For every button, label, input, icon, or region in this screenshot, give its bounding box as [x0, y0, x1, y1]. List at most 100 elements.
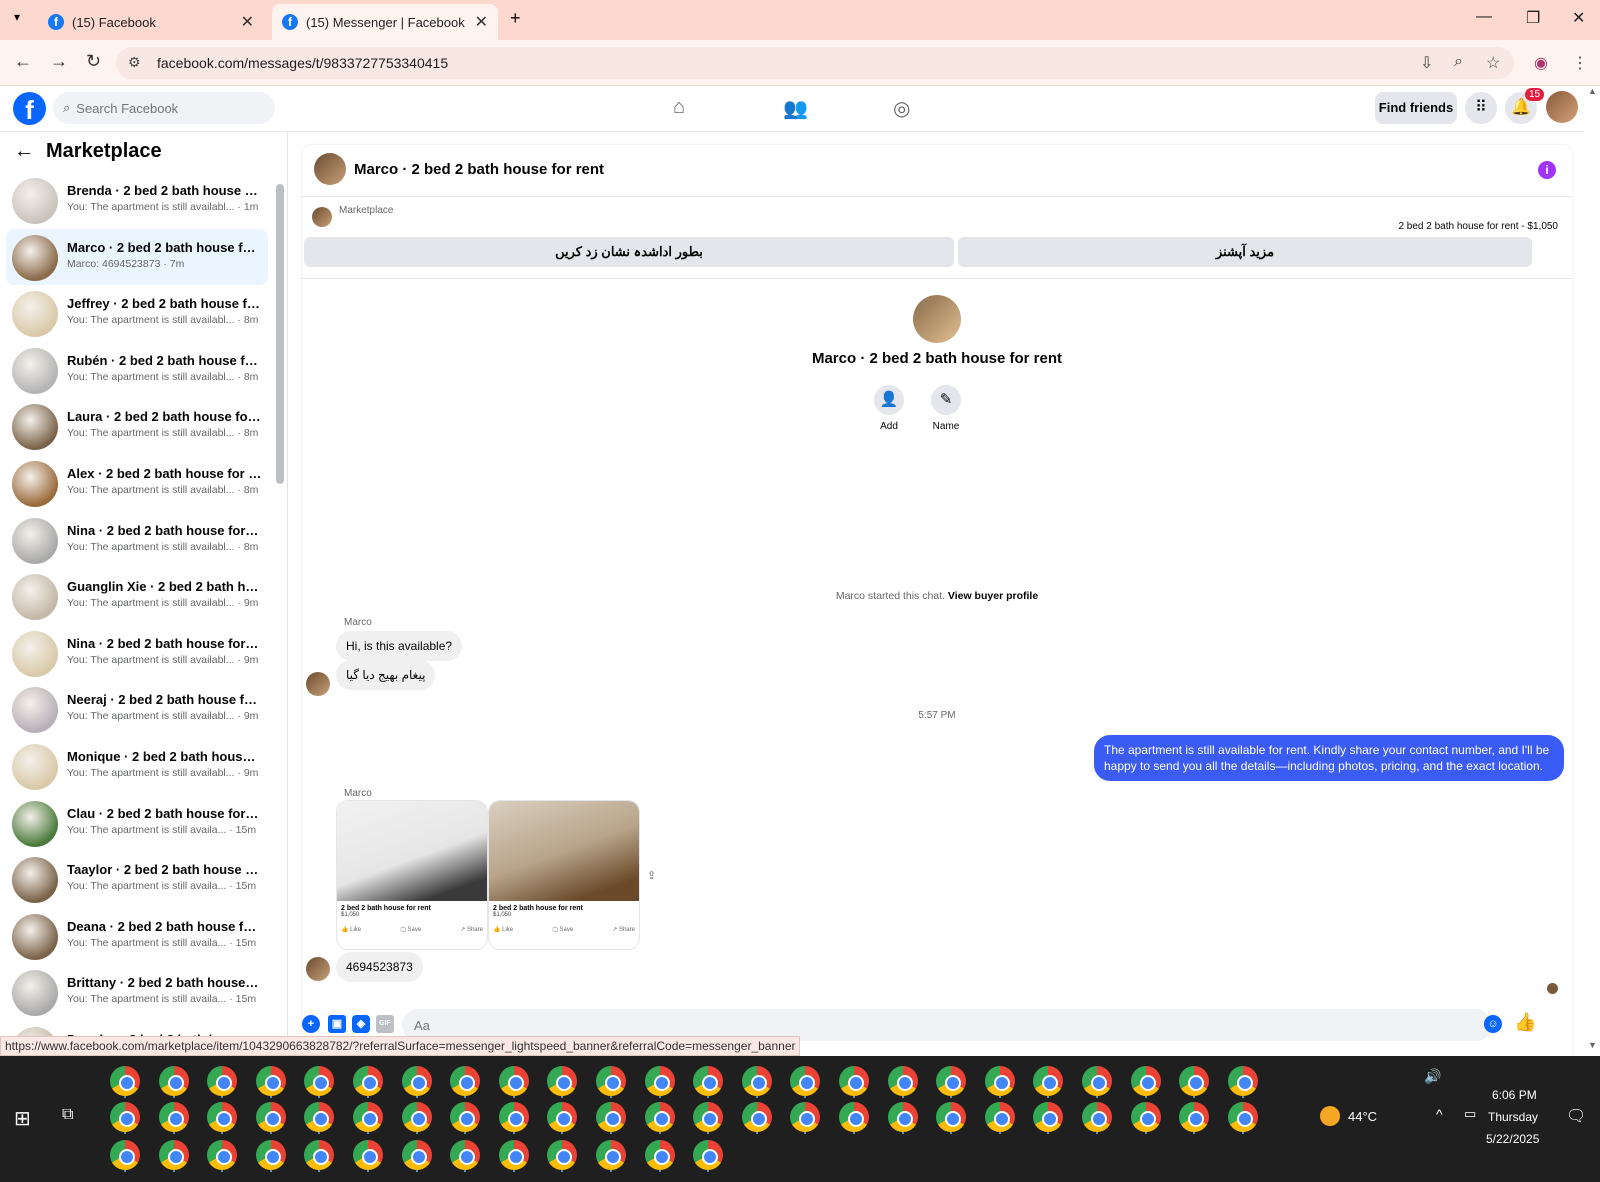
chrome-taskbar-icon[interactable]	[207, 1140, 238, 1170]
tray-chevron-icon[interactable]: ^	[1436, 1106, 1443, 1122]
chrome-taskbar-icon[interactable]	[401, 1102, 432, 1132]
chrome-taskbar-icon[interactable]	[401, 1140, 432, 1170]
chrome-taskbar-icon[interactable]	[839, 1066, 869, 1096]
conversation-item[interactable]: Guanglin Xie · 2 bed 2 bath hou... You: T…	[6, 568, 268, 624]
temperature[interactable]: 44°C	[1348, 1109, 1377, 1124]
chrome-taskbar-icon[interactable]	[596, 1140, 626, 1170]
clock-date[interactable]: 5/22/2025	[1486, 1132, 1539, 1146]
sidebar-scrollbar[interactable]	[276, 184, 284, 484]
chrome-taskbar-icon[interactable]	[498, 1102, 529, 1132]
conversation-item[interactable]: Clau · 2 bed 2 bath house for rent You: T…	[6, 795, 268, 851]
chrome-taskbar-icon[interactable]	[110, 1102, 140, 1132]
page-scrollbar[interactable]: ▲ ▼	[1584, 86, 1600, 1056]
chrome-taskbar-icon[interactable]	[936, 1102, 967, 1132]
chrome-taskbar-icon[interactable]	[741, 1066, 772, 1096]
listing-card[interactable]: 2 bed 2 bath house for rent $1,050 👍 Lik…	[488, 800, 640, 950]
chrome-taskbar-icon[interactable]	[547, 1102, 578, 1132]
groups-icon[interactable]: ◎	[893, 96, 910, 121]
more-options-button[interactable]: مزید آپشنز	[958, 237, 1532, 267]
chrome-taskbar-icon[interactable]	[304, 1066, 335, 1096]
outgoing-message-bubble[interactable]: The apartment is still available for ren…	[1094, 735, 1564, 781]
conversation-item[interactable]: Brittany · 2 bed 2 bath house fo... You: …	[6, 964, 268, 1020]
chrome-taskbar-icon[interactable]	[790, 1102, 821, 1132]
chrome-taskbar-icon[interactable]	[596, 1066, 626, 1096]
volume-icon[interactable]: 🔊	[1424, 1068, 1441, 1085]
find-friends-button[interactable]: Find friends	[1375, 92, 1457, 124]
conversation-item[interactable]: Rubén · 2 bed 2 bath house for ... You: T…	[6, 342, 268, 398]
chrome-taskbar-icon[interactable]	[498, 1066, 529, 1096]
sender-avatar[interactable]	[306, 672, 330, 696]
forward-icon[interactable]: →	[50, 51, 68, 72]
weather-sun-icon[interactable]	[1320, 1106, 1340, 1126]
task-view-icon[interactable]: ⧉	[62, 1106, 73, 1124]
restore-icon[interactable]: ❐	[1526, 8, 1540, 28]
chrome-taskbar-icon[interactable]	[110, 1140, 140, 1170]
chrome-taskbar-icon[interactable]	[255, 1102, 286, 1132]
conversation-item[interactable]: Deana · 2 bed 2 bath house for ... You: T…	[6, 908, 268, 964]
chrome-taskbar-icon[interactable]	[1179, 1066, 1210, 1096]
chrome-taskbar-icon[interactable]	[547, 1066, 578, 1096]
emoji-icon[interactable]: ☺	[1484, 1015, 1502, 1033]
close-tab-icon[interactable]: ✕	[475, 12, 488, 32]
listing-card[interactable]: 2 bed 2 bath house for rent $1,050 👍 Lik…	[336, 800, 488, 950]
sender-avatar[interactable]	[306, 957, 330, 981]
name-button[interactable]: ✎ Name	[926, 385, 966, 432]
chrome-taskbar-icon[interactable]	[353, 1066, 383, 1096]
conversation-item[interactable]: Laura · 2 bed 2 bath house for r... You: …	[6, 398, 268, 454]
chrome-taskbar-icon[interactable]	[158, 1102, 189, 1132]
message-bubble[interactable]: Hi, is this available?	[336, 631, 463, 661]
mark-as-paid-button[interactable]: بطور اداشدہ نشان زد کریں	[304, 237, 954, 267]
chrome-taskbar-icon[interactable]	[110, 1066, 140, 1096]
tab-facebook[interactable]: f (15) Facebook ✕	[38, 4, 264, 40]
chrome-taskbar-icon[interactable]	[401, 1066, 432, 1096]
zoom-icon[interactable]: ⌕	[1454, 53, 1463, 71]
scroll-down-icon[interactable]: ▼	[1588, 1040, 1597, 1050]
tab-list-chevron-icon[interactable]: ▾	[14, 10, 20, 24]
conversation-item[interactable]: Neeraj · 2 bed 2 bath house for ... You: …	[6, 681, 268, 737]
conversation-item[interactable]: Monique · 2 bed 2 bath house f... You: Th…	[6, 738, 268, 794]
chrome-taskbar-icon[interactable]	[158, 1066, 189, 1096]
chrome-taskbar-icon[interactable]	[1033, 1102, 1064, 1132]
chrome-taskbar-icon[interactable]	[353, 1102, 383, 1132]
omnibox[interactable]: ⚙ facebook.com/messages/t/98337277533404…	[116, 47, 1514, 79]
chat-avatar[interactable]	[314, 153, 346, 185]
chrome-taskbar-icon[interactable]	[693, 1140, 724, 1170]
conversation-item[interactable]: Jeffrey · 2 bed 2 bath house for ... You:…	[6, 285, 268, 341]
chrome-taskbar-icon[interactable]	[450, 1140, 481, 1170]
window-close-icon[interactable]: ✕	[1572, 8, 1585, 28]
chrome-taskbar-icon[interactable]	[255, 1140, 286, 1170]
chrome-taskbar-icon[interactable]	[644, 1066, 675, 1096]
chrome-taskbar-icon[interactable]	[1227, 1102, 1258, 1132]
message-bubble[interactable]: 4694523873	[336, 952, 423, 982]
chrome-taskbar-icon[interactable]	[255, 1066, 286, 1096]
chrome-taskbar-icon[interactable]	[839, 1102, 869, 1132]
view-buyer-profile-link[interactable]: View buyer profile	[948, 590, 1038, 602]
menu-grid-icon[interactable]: ⠿	[1465, 92, 1497, 124]
chrome-taskbar-icon[interactable]	[498, 1140, 529, 1170]
like-thumb-icon[interactable]: 👍	[1514, 1012, 1536, 1033]
chrome-taskbar-icon[interactable]	[644, 1102, 675, 1132]
new-tab-icon[interactable]: +	[510, 8, 521, 29]
search-box[interactable]: ⌕	[53, 92, 275, 124]
conversation-item[interactable]: Nina · 2 bed 2 bath house for re... You: …	[6, 512, 268, 568]
friends-icon[interactable]: 👥	[783, 96, 808, 121]
chrome-taskbar-icon[interactable]	[158, 1140, 189, 1170]
conversation-item[interactable]: Nina · 2 bed 2 bath house for re... You: …	[6, 625, 268, 681]
scroll-up-icon[interactable]: ▲	[1588, 86, 1597, 96]
url-text[interactable]: facebook.com/messages/t/9833727753340415	[157, 55, 448, 71]
home-icon[interactable]: ⌂	[673, 96, 685, 119]
chrome-taskbar-icon[interactable]	[450, 1102, 481, 1132]
tab-messenger[interactable]: f (15) Messenger | Facebook ✕	[272, 4, 498, 40]
chrome-taskbar-icon[interactable]	[450, 1066, 481, 1096]
chrome-taskbar-icon[interactable]	[741, 1102, 772, 1132]
windows-start-icon[interactable]: ⊞	[14, 1106, 31, 1131]
search-input[interactable]	[76, 100, 257, 116]
browser-menu-icon[interactable]: ⋮	[1572, 53, 1588, 73]
conversation-item[interactable]: Marco · 2 bed 2 bath house for ... Marco:…	[6, 228, 268, 285]
gif-icon[interactable]: GIF	[376, 1015, 394, 1033]
profile-avatar[interactable]	[913, 295, 961, 343]
chrome-taskbar-icon[interactable]	[693, 1066, 724, 1096]
chrome-taskbar-icon[interactable]	[1082, 1066, 1112, 1096]
chrome-taskbar-icon[interactable]	[887, 1102, 918, 1132]
chrome-taskbar-icon[interactable]	[1130, 1102, 1161, 1132]
